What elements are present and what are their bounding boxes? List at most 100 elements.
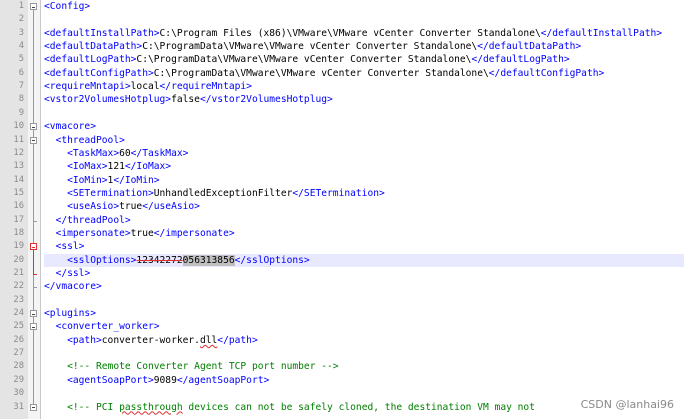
code-token: </IoMin> xyxy=(113,174,160,186)
code-text[interactable] xyxy=(44,13,684,26)
line-number: 28 xyxy=(13,361,24,372)
code-line[interactable]: 3 <defaultInstallPath>C:\Program Files (x… xyxy=(0,27,684,40)
code-token: <!-- Remote Converter Agent TCP port num… xyxy=(67,361,339,373)
code-token: true xyxy=(119,201,143,213)
code-token: </path> xyxy=(217,334,258,346)
line-number: 11 xyxy=(13,134,24,145)
code-text[interactable]: <TaskMax>60</TaskMax> xyxy=(44,147,684,160)
code-token: devices can not be safely cloned, the de… xyxy=(182,401,535,413)
code-text[interactable]: <converter_worker> xyxy=(44,320,684,333)
code-line[interactable]: 9 xyxy=(0,107,684,120)
code-line[interactable]: 6 <defaultConfigPath>C:\ProgramData\VMwar… xyxy=(0,67,684,80)
code-line[interactable]: 18 <impersonate>true</impersonate> xyxy=(0,227,684,240)
code-line[interactable]: 13 <IoMax>121</IoMax> xyxy=(0,160,684,173)
code-token: </requireMntapi> xyxy=(159,81,252,93)
code-line[interactable]: 14 <IoMin>1</IoMin> xyxy=(0,174,684,187)
code-text[interactable]: <path>converter-worker.dll</path> xyxy=(44,334,684,347)
code-line[interactable]: 16 <useAsio>true</useAsio> xyxy=(0,200,684,213)
code-token: <defaultDataPath> xyxy=(44,41,143,53)
code-line[interactable]: 25 <converter_worker> xyxy=(0,320,684,333)
code-line[interactable]: 11 <threadPool> xyxy=(0,134,684,147)
code-text[interactable]: <defaultLogPath>C:\ProgramData\VMware\VM… xyxy=(44,53,684,66)
code-text[interactable]: <useAsio>true</useAsio> xyxy=(44,200,684,213)
fold-toggle-icon[interactable] xyxy=(30,403,37,411)
code-text[interactable]: <agentSoapPort>9089</agentSoapPort> xyxy=(44,374,684,387)
code-line[interactable]: 15 <SETermination>UnhandledExceptionFilt… xyxy=(0,187,684,200)
code-line[interactable]: 29 <agentSoapPort>9089</agentSoapPort> xyxy=(0,374,684,387)
code-text[interactable]: <requireMntapi>local</requireMntapi> xyxy=(44,80,684,93)
line-number: 26 xyxy=(13,334,24,345)
code-token: </vstor2VolumesHotplug> xyxy=(199,94,333,106)
watermark: CSDN @lanhai96 xyxy=(580,398,674,411)
code-text[interactable]: <sslOptions>12342272056313856</sslOption… xyxy=(44,253,684,267)
code-line[interactable]: 1 <Config> xyxy=(0,0,684,13)
line-number: 17 xyxy=(13,214,24,225)
code-line[interactable]: 12 <TaskMax>60</TaskMax> xyxy=(0,147,684,160)
code-token: <defaultLogPath> xyxy=(44,54,137,66)
code-text[interactable]: </threadPool> xyxy=(44,214,684,227)
fold-toggle-icon[interactable] xyxy=(30,136,37,144)
fold-toggle-icon[interactable] xyxy=(30,323,37,331)
code-line[interactable]: 26 <path>converter-worker.dll</path> xyxy=(0,334,684,347)
code-line[interactable]: 22 </vmacore> xyxy=(0,280,684,293)
code-token: </sslOptions> xyxy=(234,254,310,266)
code-token: <converter_worker> xyxy=(55,321,160,333)
code-token: C:\ProgramData\VMware\VMware vCenter Con… xyxy=(136,54,472,66)
code-text[interactable] xyxy=(44,107,684,120)
code-text[interactable]: <ssl> xyxy=(44,240,684,253)
code-text[interactable]: <defaultConfigPath>C:\ProgramData\VMware… xyxy=(44,67,684,80)
code-token: false xyxy=(171,94,200,106)
code-text[interactable] xyxy=(44,294,684,307)
code-text[interactable]: <defaultInstallPath>C:\Program Files (x8… xyxy=(44,27,684,40)
code-line[interactable]: 24 <plugins> xyxy=(0,307,684,320)
code-line[interactable]: 5 <defaultLogPath>C:\ProgramData\VMware\V… xyxy=(0,53,684,66)
code-text[interactable]: <impersonate>true</impersonate> xyxy=(44,227,684,240)
code-text[interactable] xyxy=(44,347,684,360)
code-text[interactable]: <!-- Remote Converter Agent TCP port num… xyxy=(44,360,684,373)
code-text[interactable]: <vmacore> xyxy=(44,120,684,133)
code-token: </defaultDataPath> xyxy=(477,41,582,53)
code-text[interactable]: </ssl> xyxy=(44,267,684,280)
code-token: C:\ProgramData\VMware\VMware vCenter Con… xyxy=(142,41,478,53)
line-number: 31 xyxy=(13,401,24,412)
code-text[interactable]: </vmacore> xyxy=(44,280,684,293)
line-number: 3 xyxy=(18,27,24,38)
code-text[interactable]: <plugins> xyxy=(44,307,684,320)
code-text[interactable]: <SETermination>UnhandledExceptionFilter<… xyxy=(44,187,684,200)
code-line[interactable]: 2 xyxy=(0,13,684,26)
code-token: </agentSoapPort> xyxy=(176,374,270,386)
line-number: 18 xyxy=(13,227,24,238)
code-line[interactable]: 17 </threadPool> xyxy=(0,214,684,227)
code-line[interactable]: 10 <vmacore> xyxy=(0,120,684,133)
code-token: passthrough xyxy=(119,401,183,413)
fold-toggle-icon[interactable] xyxy=(30,123,37,131)
code-text[interactable]: <IoMax>121</IoMax> xyxy=(44,160,684,173)
code-line[interactable]: 28 <!-- Remote Converter Agent TCP port … xyxy=(0,360,684,373)
code-text[interactable]: <Config> xyxy=(44,0,684,13)
code-line[interactable]: 27 xyxy=(0,347,684,360)
code-token: <agentSoapPort> xyxy=(67,374,154,386)
code-text[interactable]: <vstor2VolumesHotplug>false</vstor2Volum… xyxy=(44,93,684,106)
code-line[interactable]: 20 <sslOptions>12342272056313856</sslOpt… xyxy=(0,253,684,267)
code-text[interactable]: <defaultDataPath>C:\ProgramData\VMware\V… xyxy=(44,40,684,53)
code-line[interactable]: 19 <ssl> xyxy=(0,240,684,253)
fold-toggle-icon[interactable] xyxy=(30,243,37,251)
code-token: <threadPool> xyxy=(55,134,125,146)
code-line[interactable]: 7 <requireMntapi>local</requireMntapi> xyxy=(0,80,684,93)
code-line[interactable]: 8 <vstor2VolumesHotplug>false</vstor2Volu… xyxy=(0,93,684,106)
code-line[interactable]: 4 <defaultDataPath>C:\ProgramData\VMware\… xyxy=(0,40,684,53)
code-text[interactable]: <IoMin>1</IoMin> xyxy=(44,174,684,187)
code-text[interactable]: <threadPool> xyxy=(44,134,684,147)
code-token: <vstor2VolumesHotplug> xyxy=(44,94,172,106)
fold-toggle-icon[interactable] xyxy=(30,3,37,10)
code-token: <plugins> xyxy=(44,308,96,320)
fold-toggle-icon[interactable] xyxy=(30,310,37,318)
code-token: </ssl> xyxy=(55,268,91,279)
xml-editor[interactable]: 1 <Config> 2 3 <defaultInstallPath>C:\Progra… xyxy=(0,0,684,419)
code-line[interactable]: 23 xyxy=(0,294,684,307)
code-token: <IoMin> xyxy=(67,174,108,186)
code-line[interactable]: 21 </ssl> xyxy=(0,267,684,280)
